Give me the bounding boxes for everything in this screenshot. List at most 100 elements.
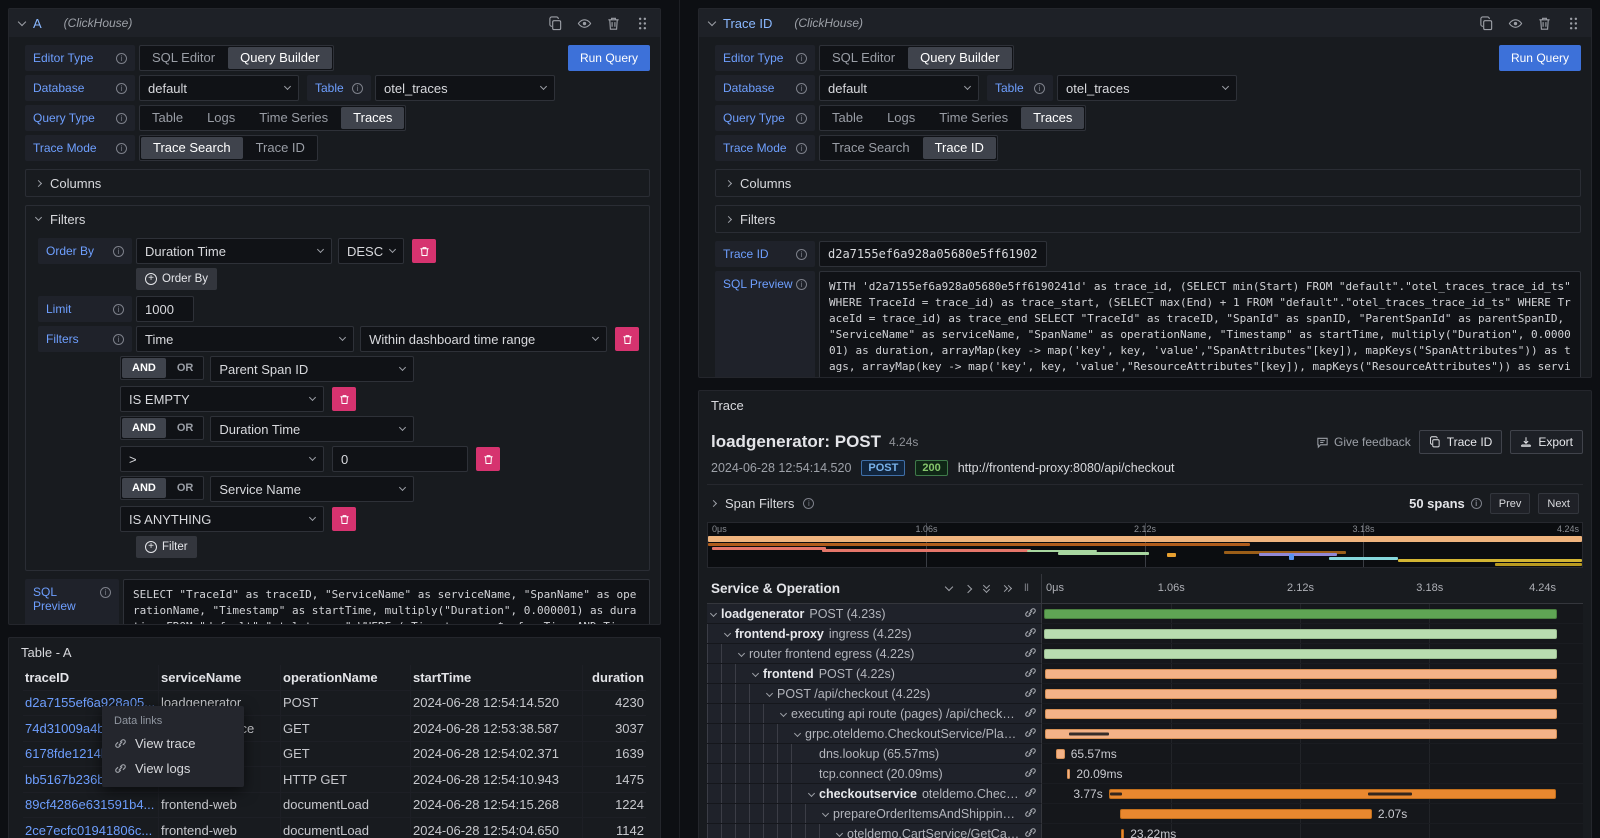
drag-handle-icon[interactable]: [635, 16, 650, 31]
span-bar[interactable]: [1067, 769, 1071, 779]
export-button[interactable]: Export: [1510, 430, 1583, 454]
next-button[interactable]: Next: [1538, 493, 1579, 514]
query-header-a[interactable]: A (ClickHouse): [9, 9, 660, 37]
span-timeline-cell[interactable]: [1041, 604, 1559, 624]
span-bar[interactable]: [1056, 749, 1065, 759]
and-option[interactable]: AND: [122, 418, 166, 438]
condition-operator-select[interactable]: IS ANYTHING: [120, 506, 324, 532]
span-name-cell[interactable]: oteldemo.CartService/GetCart (23.22ms): [707, 824, 1041, 838]
span-name-cell[interactable]: dns.lookup (65.57ms): [707, 744, 1041, 764]
database-select[interactable]: default: [819, 75, 979, 101]
trace-id-link[interactable]: 89cf4286e631591b4...: [23, 793, 159, 818]
duplicate-query-icon[interactable]: [548, 16, 563, 31]
condition-field-select[interactable]: Service Name: [210, 476, 414, 502]
or-option[interactable]: OR: [167, 358, 204, 378]
chevron-down-icon[interactable]: [808, 790, 815, 797]
sql-editor-option[interactable]: SQL Editor: [820, 46, 907, 70]
span-name-cell[interactable]: frontend-proxyingress (4.22s): [707, 624, 1041, 644]
span-link-icon[interactable]: [1020, 826, 1037, 838]
query-type-traces[interactable]: Traces: [341, 107, 404, 129]
prev-button[interactable]: Prev: [1490, 493, 1531, 514]
collapse-query-icon[interactable]: [18, 17, 26, 25]
column-header[interactable]: serviceName: [159, 665, 281, 690]
query-type-table[interactable]: Table: [820, 106, 875, 130]
remove-condition-button[interactable]: [332, 387, 356, 411]
chevron-down-icon[interactable]: [738, 650, 745, 657]
query-type-traces[interactable]: Traces: [1021, 107, 1084, 129]
filter-field-select[interactable]: Time: [136, 326, 354, 352]
span-name-cell[interactable]: loadgeneratorPOST (4.23s): [707, 604, 1041, 624]
span-timeline-cell[interactable]: [1041, 624, 1559, 644]
span-timeline-cell[interactable]: 3.77s: [1041, 784, 1559, 804]
filters-section-toggle[interactable]: Filters: [716, 206, 1580, 232]
condition-field-select[interactable]: Parent Span ID: [210, 356, 414, 382]
condition-field-select[interactable]: Duration Time: [210, 416, 414, 442]
view-trace-link[interactable]: View trace: [114, 736, 232, 751]
trace-search-option[interactable]: Trace Search: [141, 137, 243, 159]
database-select[interactable]: default: [139, 75, 299, 101]
span-bar[interactable]: [1121, 829, 1125, 838]
collapse-one-icon[interactable]: [945, 583, 953, 591]
chevron-down-icon[interactable]: [822, 810, 829, 817]
span-link-icon[interactable]: [1020, 766, 1037, 782]
give-feedback-link[interactable]: Give feedback: [1316, 435, 1411, 449]
span-timeline-cell[interactable]: [1041, 644, 1559, 664]
span-bar[interactable]: [1045, 729, 1557, 739]
query-type-logs[interactable]: Logs: [195, 106, 247, 130]
span-link-icon[interactable]: [1020, 746, 1037, 762]
trace-search-option[interactable]: Trace Search: [820, 136, 922, 160]
condition-operator-select[interactable]: >: [120, 446, 324, 472]
span-bar[interactable]: [1044, 609, 1558, 619]
remove-query-icon[interactable]: [1537, 16, 1552, 31]
span-timeline-cell[interactable]: [1041, 704, 1559, 724]
query-type-logs[interactable]: Logs: [875, 106, 927, 130]
expand-all-icon[interactable]: [1002, 586, 1011, 591]
expand-one-icon[interactable]: [964, 584, 972, 592]
span-link-icon[interactable]: [1020, 686, 1037, 702]
column-header[interactable]: startTime: [411, 665, 583, 690]
order-by-direction-select[interactable]: DESC: [338, 238, 404, 264]
panes-divider[interactable]: [679, 0, 680, 838]
chevron-down-icon[interactable]: [780, 710, 787, 717]
span-link-icon[interactable]: [1020, 666, 1037, 682]
collapse-all-icon[interactable]: [984, 586, 989, 592]
span-name-cell[interactable]: grpc.oteldemo.CheckoutService/PlaceOrder…: [707, 724, 1041, 744]
table-select[interactable]: otel_traces: [1057, 75, 1237, 101]
filter-condition-select[interactable]: Within dashboard time range: [360, 326, 607, 352]
span-timeline-cell[interactable]: 20.09ms: [1041, 764, 1559, 784]
collapse-query-icon[interactable]: [708, 17, 716, 25]
span-bar[interactable]: [1045, 689, 1558, 699]
column-header[interactable]: operationName: [281, 665, 411, 690]
span-link-icon[interactable]: [1020, 606, 1037, 622]
view-logs-link[interactable]: View logs: [114, 761, 232, 776]
query-type-timeseries[interactable]: Time Series: [247, 106, 340, 130]
condition-value-input[interactable]: [332, 446, 468, 472]
query-type-table[interactable]: Table: [140, 106, 195, 130]
query-type-timeseries[interactable]: Time Series: [927, 106, 1020, 130]
and-option[interactable]: AND: [122, 358, 166, 378]
chevron-down-icon[interactable]: [766, 690, 773, 697]
chevron-down-icon[interactable]: [794, 730, 801, 737]
span-timeline-cell[interactable]: 65.57ms: [1041, 744, 1559, 764]
filters-section-toggle[interactable]: Filters: [26, 206, 649, 232]
span-timeline-cell[interactable]: [1041, 724, 1559, 744]
columns-section-toggle[interactable]: Columns: [716, 170, 1580, 196]
trace-id-input[interactable]: [819, 241, 1047, 267]
remove-filter-button[interactable]: [615, 327, 639, 351]
drag-handle-icon[interactable]: [1566, 16, 1581, 31]
span-bar[interactable]: [1120, 809, 1372, 819]
span-name-cell[interactable]: executing api route (pages) /api/checkou…: [707, 704, 1041, 724]
span-link-icon[interactable]: [1020, 646, 1037, 662]
span-name-cell[interactable]: POST /api/checkout (4.22s): [707, 684, 1041, 704]
query-header-traceid[interactable]: Trace ID (ClickHouse): [699, 9, 1591, 37]
or-option[interactable]: OR: [167, 418, 204, 438]
chevron-down-icon[interactable]: [710, 610, 717, 617]
chevron-down-icon[interactable]: [752, 670, 759, 677]
table-select[interactable]: otel_traces: [375, 75, 555, 101]
sql-editor-option[interactable]: SQL Editor: [140, 46, 227, 70]
remove-condition-button[interactable]: [332, 507, 356, 531]
add-filter-button[interactable]: +Filter: [136, 536, 197, 558]
columns-section-toggle[interactable]: Columns: [26, 170, 649, 196]
span-link-icon[interactable]: [1020, 806, 1037, 822]
trace-minimap[interactable]: 0μs1.06s2.12s3.18s4.24s: [707, 522, 1583, 568]
